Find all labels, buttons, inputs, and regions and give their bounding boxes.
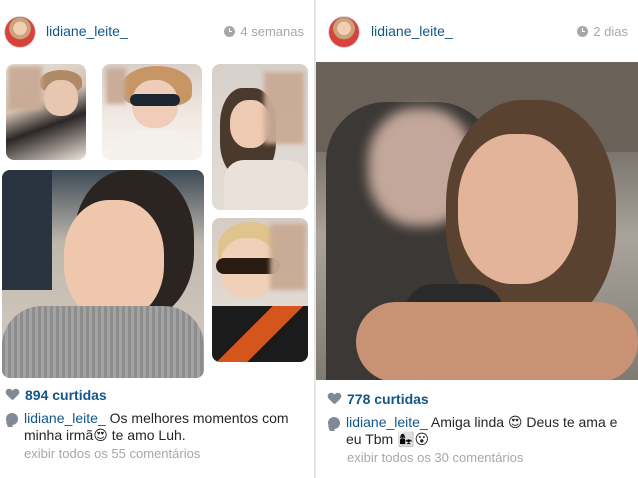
post-left: lidiane_leite_ 4 semanas 894 curtidas li… xyxy=(0,0,314,478)
post-image-collage[interactable] xyxy=(0,62,314,380)
collage-photo xyxy=(212,218,308,362)
heart-icon[interactable] xyxy=(328,393,341,405)
avatar[interactable] xyxy=(328,16,360,48)
likes-count[interactable]: 778 curtidas xyxy=(328,391,429,407)
likes-label: 778 curtidas xyxy=(347,391,429,407)
collage-photo xyxy=(6,64,86,160)
clock-icon xyxy=(224,26,236,37)
timestamp-label: 2 dias xyxy=(593,24,628,39)
comment-icon[interactable] xyxy=(328,417,340,429)
heart-icon[interactable] xyxy=(6,389,19,401)
post-caption: lidiane_leite_ Os melhores momentos com … xyxy=(6,410,306,444)
post-header: lidiane_leite_ 4 semanas xyxy=(0,0,314,62)
post-header: lidiane_leite_ 2 dias xyxy=(316,0,638,62)
post-timestamp[interactable]: 2 dias xyxy=(577,24,628,39)
comment-icon[interactable] xyxy=(6,413,18,425)
collage-photo xyxy=(102,64,202,160)
collage-photo xyxy=(2,170,204,378)
post-image[interactable] xyxy=(316,62,638,380)
likes-label: 894 curtidas xyxy=(25,387,107,403)
caption-body: lidiane_leite_ Os melhores momentos com … xyxy=(24,410,306,444)
clock-icon xyxy=(577,26,589,37)
post-username[interactable]: lidiane_leite_ xyxy=(371,23,453,39)
caption-username[interactable]: lidiane_leite_ xyxy=(24,410,106,426)
post-timestamp[interactable]: 4 semanas xyxy=(224,24,304,39)
avatar[interactable] xyxy=(4,16,36,48)
post-caption: lidiane_leite_ Amiga linda 😍 Deus te ama… xyxy=(328,414,628,448)
collage-photo xyxy=(212,64,308,210)
view-all-comments-link[interactable]: exibir todos os 55 comentários xyxy=(24,446,200,461)
post-username[interactable]: lidiane_leite_ xyxy=(46,23,128,39)
post-right: lidiane_leite_ 2 dias 778 curtidas lidia… xyxy=(316,0,638,478)
caption-body: lidiane_leite_ Amiga linda 😍 Deus te ama… xyxy=(346,414,628,448)
timestamp-label: 4 semanas xyxy=(240,24,304,39)
caption-username[interactable]: lidiane_leite_ xyxy=(346,414,428,430)
likes-count[interactable]: 894 curtidas xyxy=(6,387,107,403)
view-all-comments-link[interactable]: exibir todos os 30 comentários xyxy=(347,450,523,465)
